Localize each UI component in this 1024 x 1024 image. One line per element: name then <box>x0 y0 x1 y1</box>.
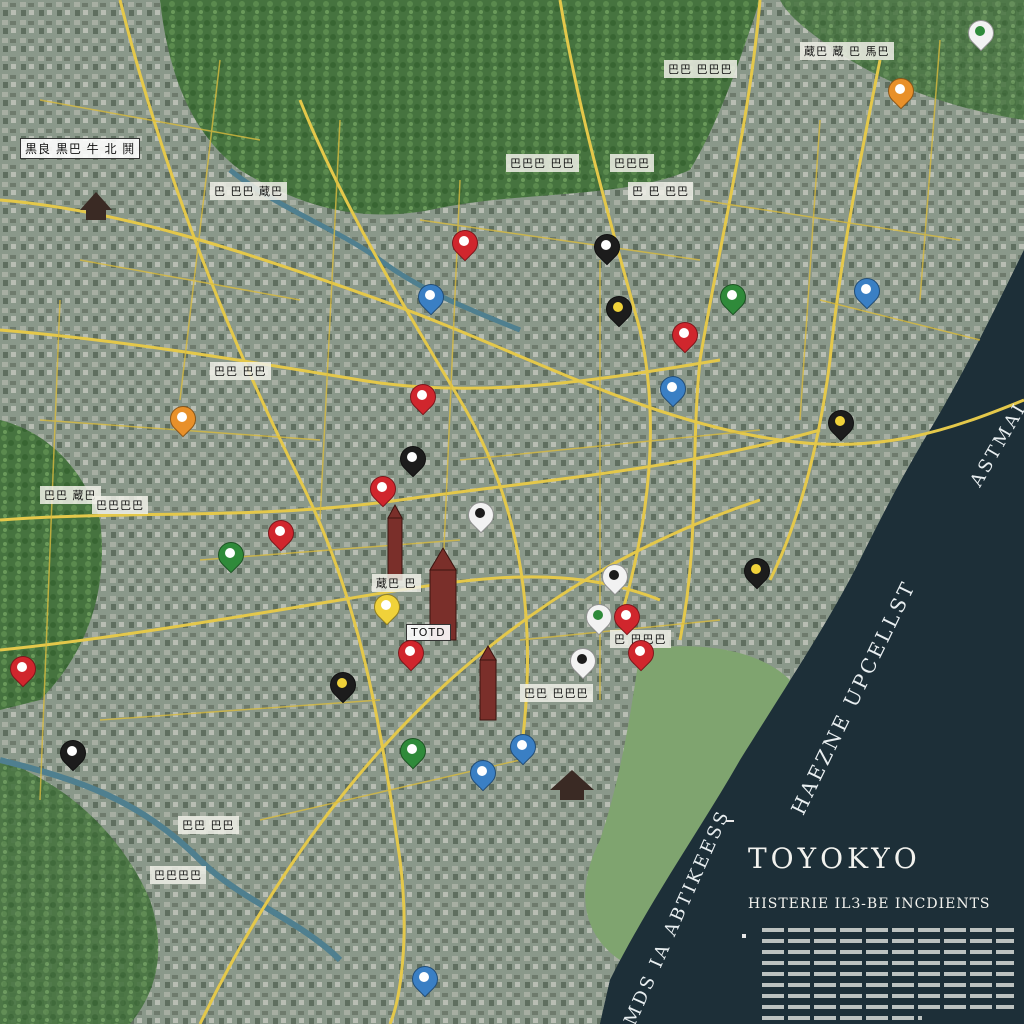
map-pin-icon[interactable] <box>580 598 618 638</box>
map-title: TOYOKYO <box>748 842 921 875</box>
map-pin-icon[interactable] <box>464 754 502 794</box>
map-pin-icon[interactable] <box>394 732 432 772</box>
text-line <box>762 972 1014 976</box>
map-pin-icon[interactable] <box>822 404 860 444</box>
map-pin-icon[interactable] <box>404 378 442 418</box>
text-line <box>762 1016 922 1020</box>
place-label[interactable]: 巴巴巴 <box>610 154 654 172</box>
map-pin-icon[interactable] <box>394 440 432 480</box>
map-pin-icon[interactable] <box>4 650 42 690</box>
map-pin-icon[interactable] <box>504 728 542 768</box>
map-pin-icon[interactable] <box>738 552 776 592</box>
map-pin-icon[interactable] <box>654 370 692 410</box>
map-pin-icon[interactable] <box>622 634 660 674</box>
place-label[interactable]: 黒良 黒巴 牛 北 鬨 <box>20 138 141 159</box>
divider <box>726 820 734 822</box>
place-label[interactable]: 巴巴巴巴 <box>92 496 148 514</box>
map-pin-icon[interactable] <box>666 316 704 356</box>
text-line <box>762 928 1014 932</box>
map-pin-icon[interactable] <box>364 470 402 510</box>
text-line <box>762 1005 1014 1009</box>
map-pin-icon[interactable] <box>608 598 646 638</box>
map-pin-icon[interactable] <box>882 72 920 112</box>
map-pin-icon[interactable] <box>564 642 602 682</box>
bullet-icon <box>742 934 746 938</box>
text-line <box>762 983 1014 987</box>
map-subtitle: HISTERIE ILЗ-BE INCDIENTS <box>748 896 991 912</box>
map-pin-icon[interactable] <box>848 272 886 312</box>
map-pin-icon[interactable] <box>714 278 752 318</box>
map-pin-icon[interactable] <box>392 634 430 674</box>
map-pin-icon[interactable] <box>462 496 500 536</box>
text-line <box>762 950 1014 954</box>
place-label[interactable]: 蔵巴 巴 <box>372 574 421 592</box>
map-pin-icon[interactable] <box>212 536 250 576</box>
place-label[interactable]: 巴巴 巴巴巴 <box>664 60 737 78</box>
map-pin-icon[interactable] <box>962 14 1000 54</box>
map-pin-icon[interactable] <box>324 666 362 706</box>
map-pin-icon[interactable] <box>406 960 444 1000</box>
map-pin-icon[interactable] <box>588 228 626 268</box>
legend-text-block <box>748 928 1014 1024</box>
place-label[interactable]: 巴巴 巴巴 <box>210 362 271 380</box>
place-label[interactable]: 巴巴 巴巴巴 <box>520 684 593 702</box>
place-label[interactable]: 巴 巴巴 蔵巴 <box>210 182 287 200</box>
map-pin-icon[interactable] <box>600 290 638 330</box>
map-pin-icon[interactable] <box>164 400 202 440</box>
map-pin-icon[interactable] <box>368 588 406 628</box>
map-canvas[interactable]: 黒良 黒巴 牛 北 鬨 蔵巴 蔵 巴 馬巴 巴巴 巴巴巴 巴巴巴 巴巴 巴 巴巴… <box>0 0 1024 1024</box>
map-pin-icon[interactable] <box>54 734 92 774</box>
map-pin-icon[interactable] <box>446 224 484 264</box>
text-line <box>762 939 1014 943</box>
text-line <box>762 994 1014 998</box>
place-label[interactable]: 巴巴 巴巴 <box>178 816 239 834</box>
map-pin-icon[interactable] <box>412 278 450 318</box>
map-pin-icon[interactable] <box>262 514 300 554</box>
text-line <box>762 961 1014 965</box>
place-label[interactable]: 巴巴巴巴 <box>150 866 206 884</box>
place-label[interactable]: 巴巴巴 巴巴 <box>506 154 579 172</box>
map-pin-icon[interactable] <box>596 558 634 598</box>
place-label[interactable]: 蔵巴 蔵 巴 馬巴 <box>800 42 894 60</box>
place-label[interactable]: TOTD <box>406 624 451 641</box>
place-label[interactable]: 巴 巴 巴巴 <box>628 182 693 200</box>
